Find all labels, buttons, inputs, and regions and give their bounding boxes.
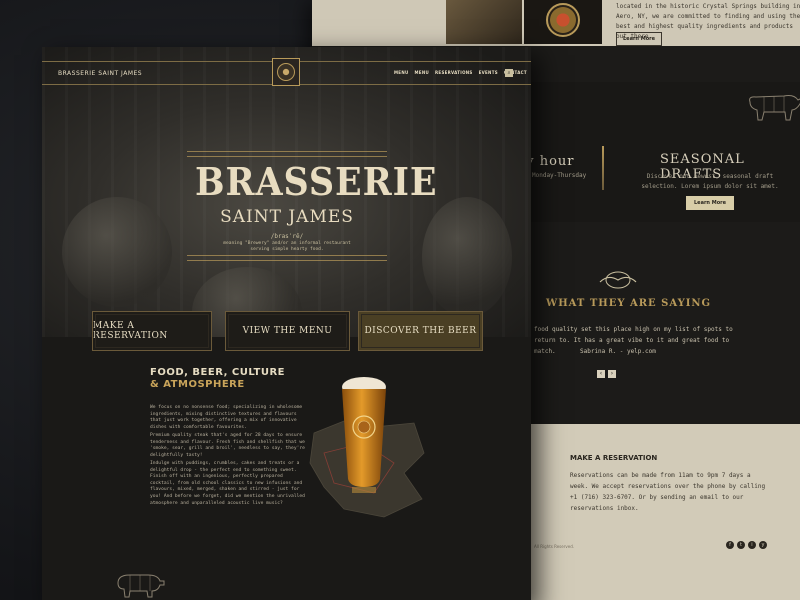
seasonal-drafts-text: Discover our newest, seasonal draft sele… (641, 173, 779, 190)
seasonal-learn-more-button[interactable]: Learn More (686, 196, 734, 210)
design-mockup: located in the historic Crystal Springs … (0, 0, 800, 600)
photo-hands (446, 0, 522, 44)
reservation-title: MAKE A RESERVATION (570, 454, 658, 462)
testimonial-nav: ‹ › (597, 370, 616, 378)
youtube-icon[interactable]: y (759, 541, 767, 549)
search-icon[interactable]: ⌕ (505, 69, 513, 77)
arrow-left-icon[interactable]: ‹ (597, 370, 605, 378)
happy-hour-days: Monday-Thursday (532, 172, 587, 179)
view-menu-button[interactable]: VIEW THE MENU (225, 311, 350, 351)
testimonial-author: Sabrina R. - yelp.com (580, 348, 656, 355)
pig-icon (117, 574, 165, 598)
hero-phonetic: /brasˈrē/ (270, 233, 304, 240)
about-heading-line1: FOOD, BEER, CULTURE (150, 367, 286, 378)
discover-beer-button[interactable]: DISCOVER THE BEER (358, 311, 483, 351)
brewery-vat (62, 197, 172, 307)
seal-icon (546, 3, 580, 37)
social-links: f t i y (726, 541, 767, 549)
mustache-mask-icon (599, 271, 637, 289)
about-heading-line2: & ATMOSPHERE (150, 379, 245, 390)
twitter-icon[interactable]: t (737, 541, 745, 549)
hero-title: BRASSERIE (195, 159, 438, 204)
ornament-divider (602, 146, 604, 190)
about-paragraph: Indulge with puddings, crumbles, cakes a… (150, 461, 305, 506)
ornament-rule-top (187, 151, 387, 157)
copyright: All Rights Reserved. (534, 544, 575, 549)
logo-badge[interactable] (272, 58, 300, 86)
nav-item-menu[interactable]: MENU (394, 70, 409, 75)
intro-learn-more-button[interactable]: Learn More (616, 32, 662, 46)
brewery-vat (422, 197, 512, 317)
reservation-text: Reservations can be made from 11am to 9p… (570, 472, 766, 512)
beer-glass-image (342, 377, 386, 493)
cow-icon (749, 95, 800, 121)
nav-brand[interactable]: BRASSERIE SAINT JAMES (58, 70, 142, 77)
about-paragraph: We focus on no nonsense food; specializi… (150, 405, 303, 430)
homepage-preview: BRASSERIE SAINT JAMES MENU MENU RESERVAT… (42, 47, 531, 600)
facebook-icon[interactable]: f (726, 541, 734, 549)
intro-section: located in the historic Crystal Springs … (312, 0, 800, 46)
nav-item-events[interactable]: EVENTS (479, 70, 498, 75)
make-reservation-button[interactable]: MAKE A RESERVATION (92, 311, 212, 351)
about-section: FOOD, BEER, CULTURE & ATMOSPHERE We focu… (42, 337, 531, 600)
nav-item-menu-2[interactable]: MENU (415, 70, 430, 75)
hero-subtitle: SAINT JAMES (220, 207, 354, 227)
hero-meaning: meaning "Brewery" and/or an informal res… (223, 241, 351, 252)
testimonials-title: WHAT THEY ARE SAYING (546, 298, 712, 309)
instagram-icon[interactable]: i (748, 541, 756, 549)
nav-item-reservations[interactable]: RESERVATIONS (435, 70, 473, 75)
ornament-rule-bottom (187, 255, 387, 261)
photo-seal (524, 0, 602, 44)
about-paragraph: Premium quality steak that's aged for 28… (150, 433, 305, 458)
arrow-right-icon[interactable]: › (608, 370, 616, 378)
top-navigation: BRASSERIE SAINT JAMES MENU MENU RESERVAT… (42, 58, 531, 86)
logo-icon (277, 63, 295, 81)
about-heading: FOOD, BEER, CULTURE & ATMOSPHERE (150, 367, 285, 391)
hero-section: BRASSERIE SAINT JAMES MENU MENU RESERVAT… (42, 47, 531, 357)
